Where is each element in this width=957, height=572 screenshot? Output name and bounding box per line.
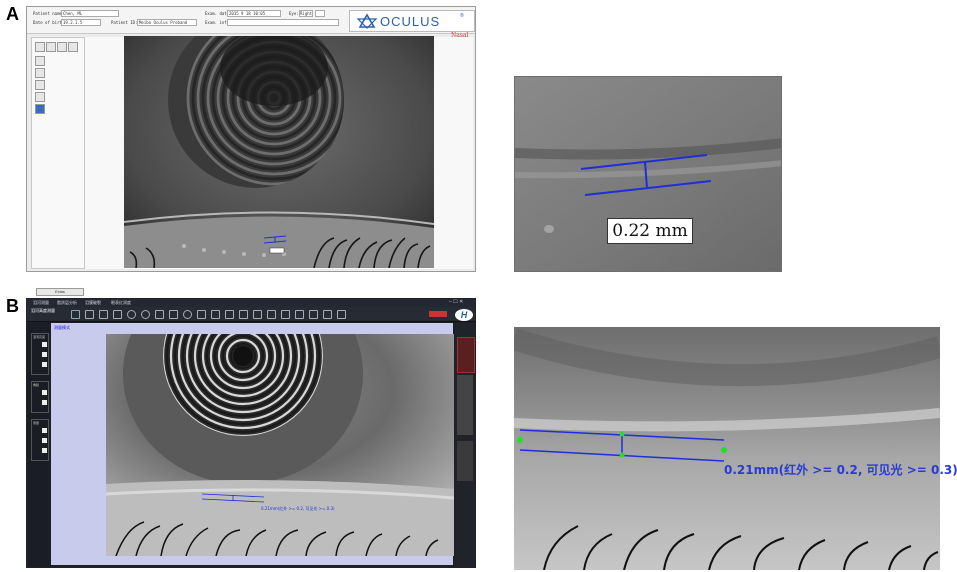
overlay-measurement-text: 0.21mm(红外 >= 0.2, 可见光 >= 0.3) <box>261 505 335 511</box>
right-thumbnail-strip <box>455 323 475 567</box>
patient-id-label: Patient ID: <box>111 20 138 25</box>
oculus-logo-text: OCULUS <box>380 14 441 29</box>
menu-bar: 泪河测量 脂质层分析 泪膜破裂 眼表红润度 − ☐ ✕ <box>27 299 475 307</box>
tool-icon[interactable] <box>113 310 122 319</box>
thumbnail[interactable] <box>457 337 475 373</box>
patient-name-value: Chen, ML <box>63 11 83 16</box>
side-group: 泪河高度 <box>31 333 49 375</box>
thumbnail[interactable] <box>457 375 473 435</box>
tool-icon[interactable] <box>239 310 248 319</box>
checkbox[interactable] <box>42 428 47 433</box>
side-group-label: 测量 <box>33 421 40 425</box>
checkbox[interactable] <box>42 362 47 367</box>
circle-tool-icon[interactable] <box>183 310 192 319</box>
checkbox[interactable] <box>42 390 47 395</box>
measure-tool-icon[interactable] <box>35 92 45 102</box>
menu-item-breakup[interactable]: 泪膜破裂 <box>85 300 101 306</box>
patient-name-label: Patient name: <box>33 11 65 16</box>
tool-icon[interactable] <box>225 310 234 319</box>
side-group-label: 泪河高度 <box>33 335 46 339</box>
tool-icon[interactable] <box>85 310 94 319</box>
checkbox[interactable] <box>42 342 47 347</box>
oculus-logo-mark: ® <box>460 13 464 19</box>
eye-value: Right <box>300 11 313 16</box>
tool-button[interactable] <box>57 42 67 52</box>
zoom-out-icon[interactable] <box>141 310 150 319</box>
tool-icon[interactable] <box>337 310 346 319</box>
active-tool-icon[interactable] <box>35 104 45 114</box>
zoom-tool-icon[interactable] <box>35 68 45 78</box>
panel-b-letter: B <box>6 296 19 316</box>
toolbar: 泪河高度测量 <box>27 307 475 322</box>
tool-icon[interactable] <box>211 310 220 319</box>
exam-date-value: 2015 9 18 10:05 <box>229 11 266 16</box>
thumbnail[interactable] <box>457 441 473 481</box>
eye-image-keratograph <box>124 36 434 268</box>
zoom-measurement-label-b: 0.21mm(红外 >= 0.2, 可见光 >= 0.3) <box>724 463 957 477</box>
checkbox[interactable] <box>42 438 47 443</box>
oculus-star-icon <box>356 13 378 29</box>
control-sidebar: 泪河高度 角膜 测量 <box>29 323 49 567</box>
window-controls[interactable]: − ☐ ✕ <box>449 299 463 305</box>
rect-tool-icon[interactable] <box>197 310 206 319</box>
tool-icon[interactable] <box>323 310 332 319</box>
dob-value: 19.2.1.5 <box>63 20 83 25</box>
tool-icon[interactable] <box>99 310 108 319</box>
side-group: 角膜 <box>31 381 49 413</box>
side-group-label: 角膜 <box>33 383 40 387</box>
panel-a-letter: A <box>6 4 19 24</box>
tool-icon[interactable] <box>169 310 178 319</box>
grid-tool-icon[interactable] <box>35 80 45 90</box>
side-group: 测量 <box>31 419 49 461</box>
oculus-logo: OCULUS ® <box>349 10 475 32</box>
zoom-meniscus-b <box>514 327 940 570</box>
menu-item-redness[interactable]: 眼表红润度 <box>111 300 131 306</box>
tool-icon[interactable] <box>309 310 318 319</box>
brand-badge <box>429 311 447 317</box>
tool-button[interactable] <box>35 42 45 52</box>
tool-icon[interactable] <box>155 310 164 319</box>
tool-icon[interactable] <box>281 310 290 319</box>
tool-icon[interactable] <box>253 310 262 319</box>
h-logo-icon: H <box>455 309 473 321</box>
tool-icon[interactable] <box>71 310 80 319</box>
tool-icon[interactable] <box>295 310 304 319</box>
checkbox[interactable] <box>42 400 47 405</box>
menu-item-lipid[interactable]: 脂质层分析 <box>57 300 77 306</box>
menu-item-meniscus[interactable]: 泪河测量 <box>33 300 49 306</box>
tool-icon[interactable] <box>267 310 276 319</box>
checkbox[interactable] <box>42 352 47 357</box>
small-measure-label-box <box>269 247 285 254</box>
patient-id-value: Meibo Oculus Proband <box>139 20 188 25</box>
tool-sidebar: Exlas <box>31 37 85 296</box>
zoom-in-icon[interactable] <box>127 310 136 319</box>
mode-label: 测量模式 <box>54 325 70 330</box>
eye-photo-a <box>124 36 434 268</box>
eye-label: Eye: <box>289 11 299 16</box>
zoom-photo-b <box>514 327 940 570</box>
sidebar-action-button[interactable]: Exlas <box>36 288 84 296</box>
tool-button[interactable] <box>68 42 78 52</box>
tab-meniscus-height[interactable]: 泪河高度测量 <box>31 308 55 314</box>
checkbox[interactable] <box>42 448 47 453</box>
nasal-orientation-label: Nasal <box>451 32 469 39</box>
tool-button[interactable] <box>46 42 56 52</box>
eye-image-placido: 0.21mm(红外 >= 0.2, 可见光 >= 0.3) <box>106 334 454 556</box>
eye-photo-b: 0.21mm(红外 >= 0.2, 可见光 >= 0.3) <box>106 334 454 556</box>
cursor-tool-icon[interactable] <box>35 56 45 66</box>
zoom-measurement-label-a: 0.22 mm <box>607 218 693 244</box>
